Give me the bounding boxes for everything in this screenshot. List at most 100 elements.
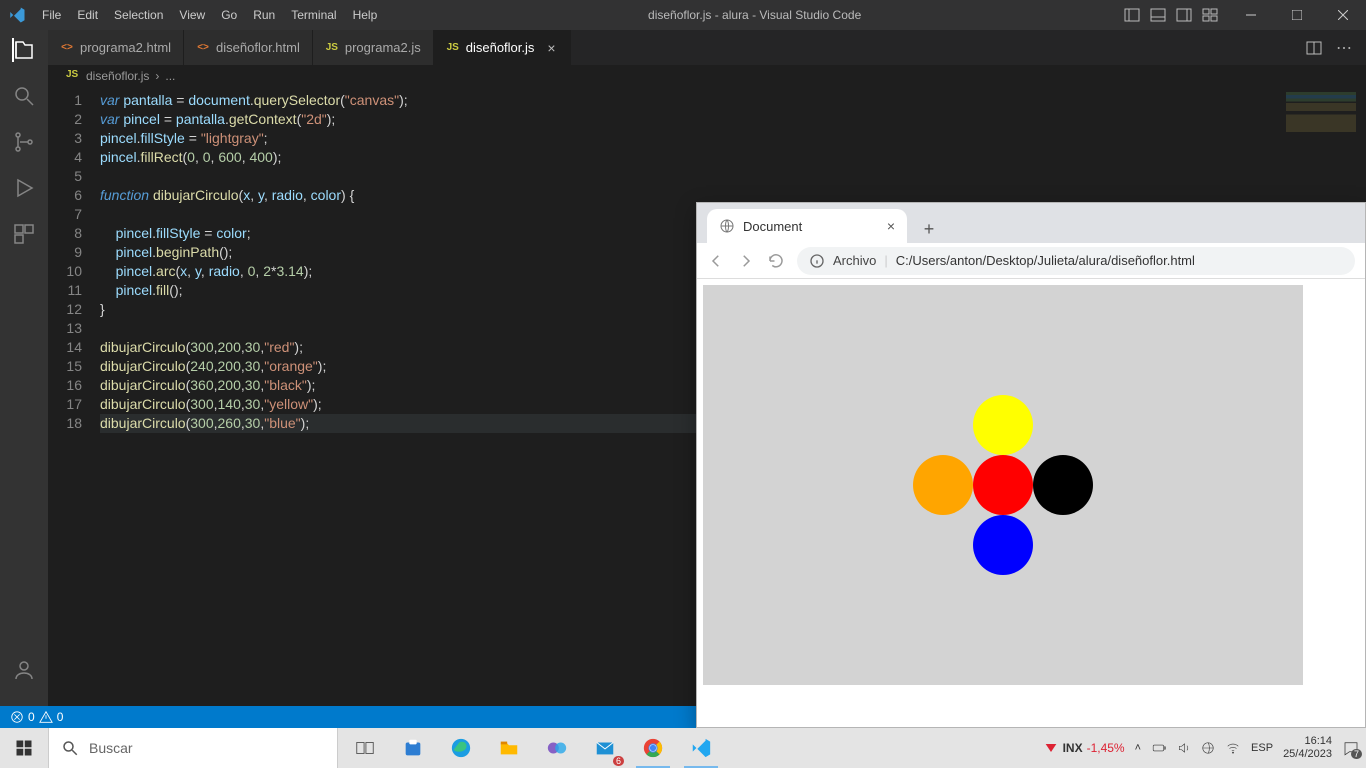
browser-address-bar[interactable]: Archivo | C:/Users/anton/Desktop/Julieta…: [797, 247, 1355, 275]
browser-tab-title: Document: [743, 219, 802, 234]
toggle-panel-left-icon[interactable]: [1124, 7, 1140, 23]
tab-programa2-html[interactable]: <> programa2.html: [48, 30, 184, 65]
taskbar-app-copilot[interactable]: [534, 728, 580, 768]
menu-bar: File Edit Selection View Go Run Terminal…: [34, 0, 385, 30]
html-file-icon: <>: [196, 41, 210, 55]
tray-clock[interactable]: 16:14 25/4/2023: [1283, 735, 1332, 761]
task-view-button[interactable]: [342, 728, 388, 768]
network-icon[interactable]: [1201, 741, 1215, 755]
mail-badge: 6: [613, 756, 624, 766]
tab-programa2-js[interactable]: JS programa2.js: [313, 30, 434, 65]
tab-close-button[interactable]: ×: [544, 40, 558, 56]
activity-explorer[interactable]: [12, 38, 36, 62]
browser-back-button[interactable]: [707, 252, 725, 270]
windows-taskbar: Buscar 6 INX -1,45% ˄ ESP 16:14 25/4/202…: [0, 728, 1366, 768]
taskbar-app-edge[interactable]: [438, 728, 484, 768]
vscode-logo-icon: [0, 6, 34, 24]
battery-icon[interactable]: [1151, 741, 1167, 755]
window-title: diseñoflor.js - alura - Visual Studio Co…: [385, 8, 1124, 22]
taskbar-app-vscode[interactable]: [678, 728, 724, 768]
vscode-titlebar: File Edit Selection View Go Run Terminal…: [0, 0, 1366, 30]
minimap[interactable]: [1286, 92, 1356, 132]
tab-disenoflor-html[interactable]: <> diseñoflor.html: [184, 30, 313, 65]
menu-selection[interactable]: Selection: [106, 0, 171, 30]
js-file-icon: JS: [446, 41, 460, 55]
tab-label: programa2.js: [345, 40, 421, 55]
start-button[interactable]: [0, 728, 48, 768]
circle-yellow: [973, 395, 1033, 455]
tab-disenoflor-js[interactable]: JS diseñoflor.js ×: [434, 30, 572, 65]
menu-go[interactable]: Go: [213, 0, 245, 30]
breadcrumb-sep: ›: [155, 69, 159, 83]
tab-label: diseñoflor.js: [466, 40, 535, 55]
tray-notifications[interactable]: 7: [1342, 739, 1360, 757]
breadcrumb-file: diseñoflor.js: [86, 69, 149, 83]
window-minimize-button[interactable]: [1228, 0, 1274, 30]
taskbar-app-explorer[interactable]: [486, 728, 532, 768]
menu-help[interactable]: Help: [345, 0, 386, 30]
window-close-button[interactable]: [1320, 0, 1366, 30]
tray-date: 25/4/2023: [1283, 748, 1332, 761]
taskbar-apps: 6: [338, 728, 724, 768]
info-icon: [809, 253, 825, 269]
activity-run-debug[interactable]: [12, 176, 36, 200]
browser-viewport: [697, 279, 1365, 727]
canvas-output: [703, 285, 1303, 685]
split-editor-icon[interactable]: [1306, 40, 1322, 56]
customize-layout-icon[interactable]: [1202, 7, 1218, 23]
toggle-panel-bottom-icon[interactable]: [1150, 7, 1166, 23]
chrome-browser-window: Document × + Archivo | C:/Users/anton/De…: [696, 202, 1366, 728]
menu-run[interactable]: Run: [245, 0, 283, 30]
warning-count: 0: [57, 710, 64, 724]
browser-tab-strip: Document × +: [697, 203, 1365, 243]
activity-source-control[interactable]: [12, 130, 36, 154]
layout-controls: [1124, 7, 1228, 23]
menu-edit[interactable]: Edit: [69, 0, 106, 30]
taskbar-app-store[interactable]: [390, 728, 436, 768]
circle-black: [1033, 455, 1093, 515]
window-maximize-button[interactable]: [1274, 0, 1320, 30]
activity-bar: [0, 30, 48, 728]
tab-label: programa2.html: [80, 40, 171, 55]
tab-label: diseñoflor.html: [216, 40, 300, 55]
browser-tab[interactable]: Document ×: [707, 209, 907, 243]
taskbar-search[interactable]: Buscar: [48, 728, 338, 768]
tray-language[interactable]: ESP: [1251, 742, 1273, 754]
activity-accounts[interactable]: [12, 658, 36, 682]
breadcrumb[interactable]: JS diseñoflor.js › ...: [48, 65, 1366, 87]
notification-badge: 7: [1351, 749, 1362, 759]
taskbar-app-mail[interactable]: 6: [582, 728, 628, 768]
wifi-icon[interactable]: [1225, 741, 1241, 755]
browser-new-tab-button[interactable]: +: [915, 215, 943, 243]
system-tray: INX -1,45% ˄ ESP 16:14 25/4/2023 7: [1043, 735, 1366, 761]
address-prefix: Archivo: [833, 253, 876, 268]
toggle-panel-right-icon[interactable]: [1176, 7, 1192, 23]
status-problems[interactable]: 0 0: [10, 710, 63, 724]
menu-file[interactable]: File: [34, 0, 69, 30]
breadcrumb-rest: ...: [165, 69, 175, 83]
search-placeholder: Buscar: [89, 740, 133, 756]
tray-chevron-up-icon[interactable]: ˄: [1135, 742, 1141, 754]
search-icon: [61, 739, 79, 757]
js-file-icon: JS: [66, 69, 80, 83]
circle-orange: [913, 455, 973, 515]
activity-extensions[interactable]: [12, 222, 36, 246]
menu-terminal[interactable]: Terminal: [283, 0, 344, 30]
js-file-icon: JS: [325, 41, 339, 55]
line-number-gutter: 123456789101112131415161718: [48, 87, 100, 728]
browser-toolbar: Archivo | C:/Users/anton/Desktop/Julieta…: [697, 243, 1365, 279]
stock-change: -1,45%: [1087, 741, 1125, 755]
menu-view[interactable]: View: [171, 0, 213, 30]
html-file-icon: <>: [60, 41, 74, 55]
stock-widget[interactable]: INX -1,45%: [1043, 740, 1125, 756]
more-actions-icon[interactable]: ⋯: [1336, 38, 1352, 58]
taskbar-app-chrome[interactable]: [630, 728, 676, 768]
volume-icon[interactable]: [1177, 741, 1191, 755]
browser-forward-button[interactable]: [737, 252, 755, 270]
circle-red: [973, 455, 1033, 515]
activity-search[interactable]: [12, 84, 36, 108]
browser-tab-close-button[interactable]: ×: [887, 218, 895, 234]
circle-blue: [973, 515, 1033, 575]
stock-down-icon: [1043, 740, 1059, 756]
browser-reload-button[interactable]: [767, 252, 785, 270]
